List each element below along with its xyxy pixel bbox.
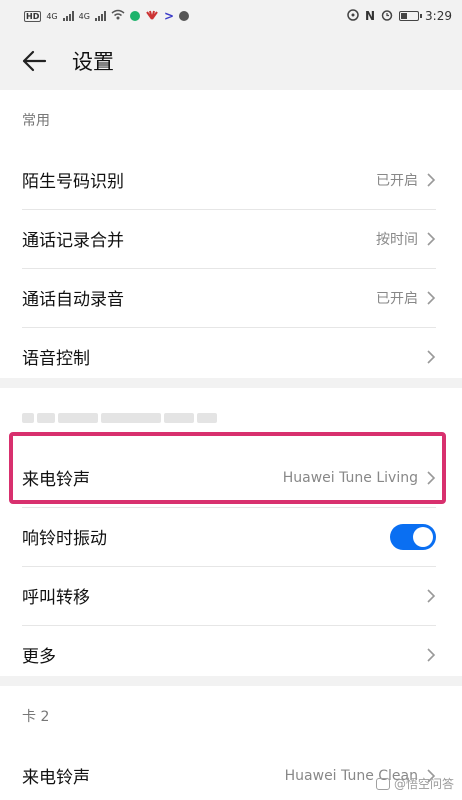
chevron-right-icon (427, 349, 436, 364)
signal-bars-2-icon (94, 11, 106, 21)
chat-notification-icon (179, 11, 189, 21)
row-ringtone-card1[interactable]: 来电铃声 Huawei Tune Living (0, 448, 462, 507)
row-label: 陌生号码识别 (22, 172, 124, 192)
chevron-right-icon (427, 172, 436, 187)
chevron-right-icon (427, 290, 436, 305)
row-call-log-merge[interactable]: 通话记录合并 按时间 (0, 209, 462, 268)
app-header: 设置 (0, 32, 462, 90)
huawei-logo-icon (145, 9, 159, 23)
chevron-right-icon (427, 470, 436, 485)
row-label: 通话自动录音 (22, 290, 124, 310)
signal-bars-1-icon (62, 11, 74, 21)
row-label: 来电铃声 (22, 768, 90, 788)
row-value: 已开启 (376, 290, 418, 307)
watermark-text: @悟空问答 (393, 777, 454, 791)
vibrate-toggle[interactable] (390, 523, 436, 550)
section-label-card2: 卡 2 (22, 709, 50, 725)
row-label: 通话记录合并 (22, 231, 124, 251)
section-card1: 来电铃声 Huawei Tune Living 响铃时振动 呼叫转移 更多 (0, 388, 462, 676)
hd-icon: HD (24, 10, 42, 22)
row-value: Huawei Tune Living (282, 469, 418, 486)
row-label: 更多 (22, 647, 56, 667)
row-more[interactable]: 更多 (0, 625, 462, 684)
wifi-icon (111, 9, 125, 23)
row-unknown-number-identification[interactable]: 陌生号码识别 已开启 (0, 150, 462, 209)
signal-icon-1: 4G (46, 11, 58, 21)
row-auto-call-recording[interactable]: 通话自动录音 已开启 (0, 268, 462, 327)
back-button[interactable] (4, 32, 64, 90)
row-label: 语音控制 (22, 349, 90, 369)
row-voice-control[interactable]: 语音控制 (0, 327, 462, 386)
row-label: 响铃时振动 (22, 529, 107, 549)
section-label-common: 常用 (22, 113, 50, 129)
arrow-notification-icon: > (163, 9, 174, 23)
chat-bubble-icon (375, 777, 390, 790)
row-value: 已开启 (376, 172, 418, 189)
alarm-icon (381, 9, 393, 24)
row-label: 呼叫转移 (22, 588, 90, 608)
row-call-forwarding[interactable]: 呼叫转移 (0, 566, 462, 625)
row-vibrate-when-ringing: 响铃时振动 (0, 507, 462, 566)
section-label-blurred (0, 388, 462, 448)
toggle-knob (413, 526, 433, 547)
status-bar: HD 4G 4G > N 3:29 (0, 0, 462, 32)
back-arrow-icon (22, 50, 47, 72)
nfc-icon: N (365, 9, 376, 23)
page-title: 设置 (72, 50, 114, 74)
app-notification-icon (129, 11, 140, 21)
watermark: @悟空问答 (375, 775, 454, 792)
section-common: 常用 陌生号码识别 已开启 通话记录合并 按时间 通话自动录音 已开启 语音控制 (0, 90, 462, 378)
row-value: 按时间 (376, 231, 418, 248)
battery-icon (399, 11, 423, 21)
chevron-right-icon (427, 647, 436, 662)
row-label: 来电铃声 (22, 470, 90, 490)
clock-time: 3:29 (425, 9, 452, 23)
chevron-right-icon (427, 588, 436, 603)
chevron-right-icon (427, 231, 436, 246)
location-icon (347, 8, 359, 24)
signal-icon-2: 4G (78, 11, 90, 21)
